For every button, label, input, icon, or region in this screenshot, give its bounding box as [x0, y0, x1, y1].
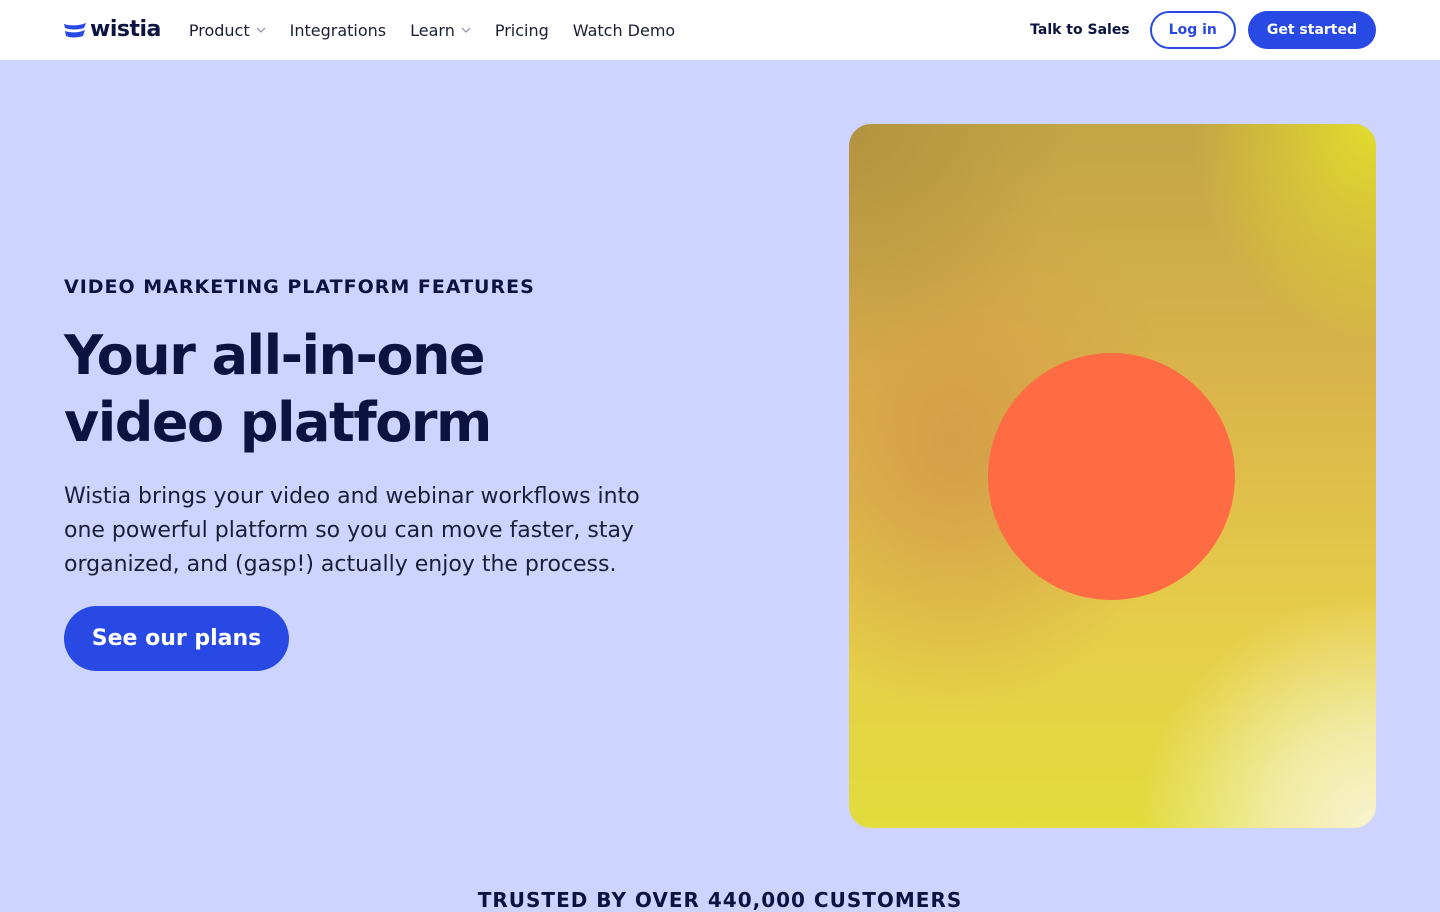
nav-item-watch-demo[interactable]: Watch Demo	[573, 21, 675, 40]
wistia-logo[interactable]: wistia	[64, 15, 161, 45]
wistia-logo-icon	[64, 23, 86, 38]
login-button[interactable]: Log in	[1149, 11, 1236, 49]
hero-content: VIDEO MARKETING PLATFORM FEATURES Your a…	[64, 276, 684, 671]
nav-item-label: Product	[188, 20, 250, 40]
nav-item-pricing[interactable]: Pricing	[495, 21, 549, 40]
nav-item-product[interactable]: Product	[189, 21, 266, 40]
primary-nav: Product Integrations Learn Pricing Watch…	[189, 21, 675, 40]
talk-to-sales-link[interactable]: Talk to Sales	[1030, 22, 1130, 38]
nav-actions: Talk to Sales Log in Get started	[1030, 11, 1376, 49]
get-started-button[interactable]: Get started	[1247, 11, 1376, 49]
see-our-plans-button[interactable]: See our plans	[64, 606, 289, 671]
hero-description: Wistia brings your video and webinar wor…	[64, 484, 640, 577]
nav-item-label: Learn	[410, 20, 455, 40]
trusted-by-heading: TRUSTED BY OVER 440,000 CUSTOMERS	[477, 888, 963, 912]
logo-wordmark: wistia	[90, 17, 161, 42]
hero-eyebrow: VIDEO MARKETING PLATFORM FEATURES	[64, 276, 535, 298]
nav-item-label: Pricing	[494, 20, 549, 40]
hero-headline-line-2: video platform	[64, 391, 492, 454]
hero-orange-circle	[988, 353, 1235, 600]
chevron-down-icon	[256, 27, 266, 33]
hero-illustration	[849, 124, 1376, 828]
hero-headline-line-1: Your all-in-one	[64, 324, 486, 387]
nav-item-label: Integrations	[289, 20, 387, 40]
nav-item-label: Watch Demo	[572, 20, 676, 40]
top-navigation: wistia Product Integrations Learn Pricin…	[0, 0, 1440, 60]
chevron-down-icon	[461, 27, 471, 33]
nav-item-learn[interactable]: Learn	[410, 21, 471, 40]
nav-item-integrations[interactable]: Integrations	[290, 21, 387, 40]
hero-headline: Your all-in-one video platform	[64, 322, 684, 456]
